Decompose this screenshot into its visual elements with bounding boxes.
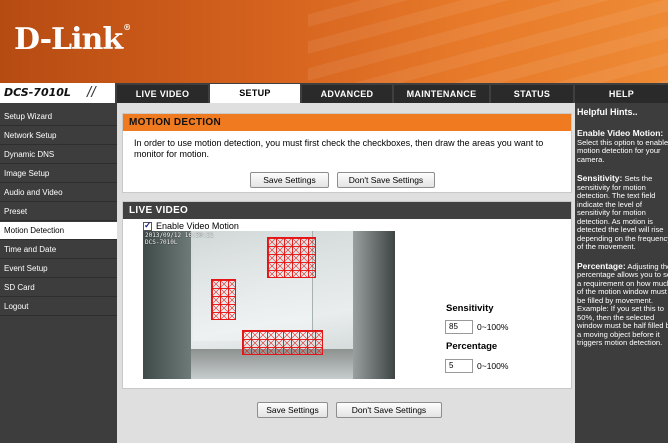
enable-video-motion-label: Enable Video Motion bbox=[156, 221, 239, 231]
dont-save-settings-button-bottom[interactable]: Don't Save Settings bbox=[336, 402, 442, 418]
sidebar: Setup Wizard Network Setup Dynamic DNS I… bbox=[0, 103, 117, 443]
save-settings-button-bottom[interactable]: Save Settings bbox=[257, 402, 328, 418]
sensitivity-label: Sensitivity bbox=[446, 303, 494, 314]
motion-grid-area[interactable] bbox=[242, 330, 323, 355]
logo-text: D-Link bbox=[14, 22, 123, 57]
dlink-logo: D-Link® bbox=[14, 22, 131, 57]
sidebar-item-network-setup[interactable]: Network Setup bbox=[0, 127, 117, 145]
logo-reg-mark: ® bbox=[123, 22, 131, 32]
help-section-sensitivity: Sensitivity: Sets the sensitivity for mo… bbox=[577, 174, 668, 252]
tab-maintenance[interactable]: MAINTENANCE bbox=[394, 85, 489, 103]
tab-help[interactable]: HELP bbox=[575, 85, 668, 103]
tab-live-video[interactable]: LIVE VIDEO bbox=[117, 85, 208, 103]
help-text: Adjusting the percentage allows you to s… bbox=[577, 261, 668, 347]
sidebar-item-motion-detection[interactable]: Motion Detection bbox=[0, 222, 117, 240]
model-box: DCS-7010L / / bbox=[0, 83, 115, 103]
motion-grid-area[interactable] bbox=[211, 279, 236, 320]
live-video-panel: LIVE VIDEO Enable Video Motion 2013/09/1… bbox=[122, 201, 572, 389]
video-overlay-timestamp: 2013/09/12 16:30:21 bbox=[145, 232, 214, 239]
model-name: DCS-7010L bbox=[4, 86, 71, 99]
save-settings-button-top[interactable]: Save Settings bbox=[250, 172, 329, 188]
motion-detection-panel: MOTION DECTION In order to use motion de… bbox=[122, 113, 572, 193]
tab-advanced[interactable]: ADVANCED bbox=[302, 85, 392, 103]
help-section-enable: Enable Video Motion: Select this option … bbox=[577, 129, 668, 164]
sidebar-item-time-and-date[interactable]: Time and Date bbox=[0, 241, 117, 259]
percentage-range: 0~100% bbox=[477, 361, 509, 371]
video-dark-edge bbox=[353, 231, 395, 379]
video-overlay-camera-name: DCS-7010L bbox=[145, 239, 178, 246]
sidebar-item-event-setup[interactable]: Event Setup bbox=[0, 260, 117, 278]
sensitivity-input[interactable]: 85 bbox=[445, 320, 473, 334]
motion-panel-title: MOTION DECTION bbox=[123, 114, 571, 131]
help-text: Select this option to enable motion dete… bbox=[577, 137, 668, 164]
enable-video-motion-checkbox[interactable] bbox=[143, 220, 152, 231]
video-timestamp-overlay: 2013/09/12 16:30:21 DCS-7010L bbox=[145, 232, 214, 246]
sidebar-item-dynamic-dns[interactable]: Dynamic DNS bbox=[0, 146, 117, 164]
motion-grid-area[interactable] bbox=[267, 237, 316, 278]
model-separator: / / bbox=[87, 84, 95, 101]
helpful-hints-panel: Helpful Hints.. Enable Video Motion: Sel… bbox=[575, 103, 668, 443]
main-content: MOTION DECTION In order to use motion de… bbox=[117, 103, 575, 443]
sidebar-item-audio-and-video[interactable]: Audio and Video bbox=[0, 184, 117, 202]
live-video-panel-title: LIVE VIDEO bbox=[123, 202, 571, 219]
sidebar-item-image-setup[interactable]: Image Setup bbox=[0, 165, 117, 183]
sidebar-item-preset[interactable]: Preset bbox=[0, 203, 117, 221]
help-heading: Percentage: bbox=[577, 260, 626, 271]
motion-description: In order to use motion detection, you mu… bbox=[134, 138, 544, 159]
help-title: Helpful Hints.. bbox=[577, 107, 638, 117]
help-body: Enable Video Motion: Select this option … bbox=[577, 129, 668, 358]
help-heading: Enable Video Motion: bbox=[577, 128, 664, 138]
tab-setup[interactable]: SETUP bbox=[210, 84, 300, 103]
camera-video-feed[interactable]: 2013/09/12 16:30:21 DCS-7010L bbox=[143, 231, 395, 379]
dont-save-settings-button-top[interactable]: Don't Save Settings bbox=[337, 172, 435, 188]
video-pillar bbox=[143, 231, 191, 379]
sensitivity-range: 0~100% bbox=[477, 322, 509, 332]
help-section-percentage: Percentage: Adjusting the percentage all… bbox=[577, 260, 668, 348]
percentage-label: Percentage bbox=[446, 341, 498, 352]
help-text: Sets the sensitivity for motion detectio… bbox=[577, 174, 668, 251]
percentage-input[interactable]: 5 bbox=[445, 359, 473, 373]
sidebar-item-sd-card[interactable]: SD Card bbox=[0, 279, 117, 297]
header-banner: D-Link® bbox=[0, 0, 668, 83]
tab-status[interactable]: STATUS bbox=[491, 85, 573, 103]
header-stripes bbox=[308, 0, 668, 83]
sidebar-item-logout[interactable]: Logout bbox=[0, 298, 117, 316]
help-heading: Sensitivity: bbox=[577, 173, 623, 183]
sidebar-item-setup-wizard[interactable]: Setup Wizard bbox=[0, 108, 117, 126]
